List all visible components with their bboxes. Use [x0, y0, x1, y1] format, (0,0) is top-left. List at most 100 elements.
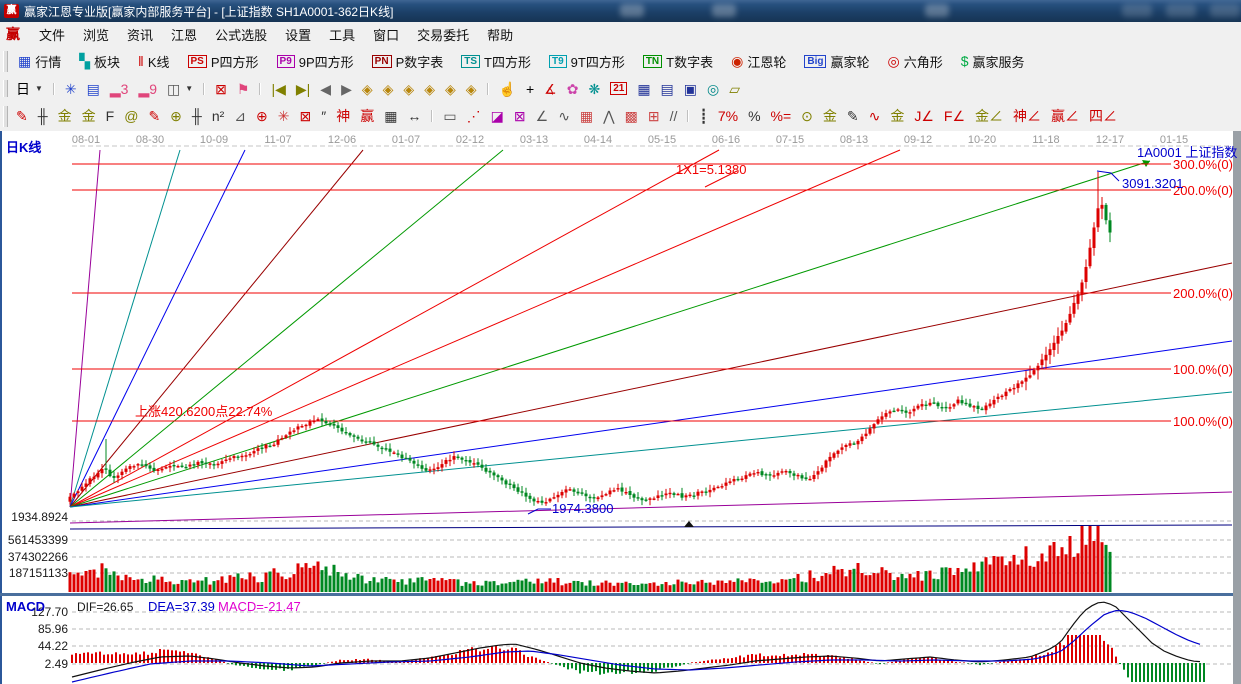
go-last-button[interactable]: ▶| [292, 80, 314, 98]
magic-tool-button[interactable]: ✿ [563, 80, 583, 98]
angle-si-button[interactable]: 四∠ [1085, 107, 1121, 125]
wave-mark-button[interactable]: ∿ [865, 107, 885, 125]
quotes-button[interactable]: ▦行情 [12, 50, 67, 73]
title-bar[interactable]: 赢 赢家江恩专业版[赢家内部服务平台] - [上证指数 SH1A0001-362… [0, 0, 1241, 22]
kline-chart-canvas[interactable]: 08-0108-3010-0911-0712-0601-0702-1203-13… [0, 131, 1241, 684]
memo-button[interactable]: ▤ [657, 80, 678, 98]
shen-tool-button[interactable]: 神 [332, 107, 354, 125]
percent-levels-button[interactable]: %= [767, 107, 796, 125]
close-button[interactable] [1210, 4, 1240, 17]
page-prev-button[interactable]: ◀ [316, 80, 335, 98]
hexagon-button[interactable]: ◎六角形 [881, 50, 948, 73]
zoom-left-button[interactable]: ◈ [358, 80, 377, 98]
angle-shen-button[interactable]: 神∠ [1009, 107, 1045, 125]
gold-circle-button[interactable]: ⊙ [797, 107, 817, 125]
overview-map-button[interactable]: ✳ [61, 80, 81, 98]
angle-ying-button[interactable]: 赢∠ [1047, 107, 1083, 125]
crosshair-button[interactable]: + [522, 80, 538, 98]
menu-item-settings[interactable]: 设置 [276, 23, 320, 46]
period-selector-button[interactable]: 日▼ [12, 80, 47, 98]
winner-service-button[interactable]: $赢家服务 [955, 50, 1031, 73]
grid-dense-button[interactable]: ▩ [621, 107, 642, 125]
expand-h-button[interactable]: ◈ [399, 80, 418, 98]
n-square-button[interactable]: n² [208, 107, 228, 125]
fan-grid-button[interactable]: ⊠ [510, 107, 530, 125]
t9-square-button[interactable]: T99T四方形 [543, 50, 631, 73]
calendar-button[interactable]: 21 [606, 80, 631, 97]
minute-marks-button[interactable]: ″ [317, 107, 330, 125]
pan-hand-button[interactable]: ☝ [495, 80, 520, 98]
pane-splitter[interactable] [0, 593, 1233, 596]
tick-lines-button[interactable]: ╫ [34, 107, 52, 125]
candle-style-button[interactable]: ◫▼ [163, 80, 197, 98]
menu-item-trade-orders[interactable]: 交易委托 [408, 23, 478, 46]
gold-underline-button[interactable]: 金 [886, 107, 908, 125]
kline-button[interactable]: ‖K线 [132, 50, 175, 73]
minimize-button[interactable] [1122, 4, 1152, 17]
menu-item-tools[interactable]: 工具 [320, 23, 364, 46]
sectors-button[interactable]: ▚板块 [73, 50, 126, 73]
grid-small-button[interactable]: ▦ [576, 107, 597, 125]
data-export-button[interactable]: ▱ [725, 80, 744, 98]
menu-item-window[interactable]: 窗口 [364, 23, 408, 46]
wave-line-button[interactable]: ∿ [554, 107, 574, 125]
web-sync-button[interactable]: ◎ [703, 80, 723, 98]
p-square-button[interactable]: PSP四方形 [182, 50, 265, 73]
ying-tool-button[interactable]: 赢 [356, 107, 378, 125]
angle-mirror-button[interactable]: ⊿ [230, 107, 250, 125]
tick-lines-2-button[interactable]: ╫ [188, 107, 206, 125]
info-panel-button[interactable]: ▤ [83, 80, 104, 98]
pencil-note-button[interactable]: ✎ [843, 107, 863, 125]
angle-f-button[interactable]: F∠ [940, 107, 969, 125]
t-digit-table-button[interactable]: TNT数字表 [637, 50, 719, 73]
parallel-lines-button[interactable]: // [666, 107, 682, 125]
toolbar-grip[interactable] [3, 51, 8, 72]
gold-section-button[interactable]: 金 [54, 107, 76, 125]
save-button[interactable]: ▣ [680, 80, 701, 98]
t-square-button[interactable]: TST四方形 [455, 50, 537, 73]
minichart-9-button[interactable]: ▂9 [134, 80, 161, 98]
web-analysis-button[interactable]: ❋ [584, 80, 604, 98]
gold-section-2-button[interactable]: 金 [78, 107, 100, 125]
right-scroll-strip[interactable] [1233, 131, 1241, 684]
menu-item-news[interactable]: 资讯 [118, 23, 162, 46]
expand-all-button[interactable]: ◈ [441, 80, 460, 98]
menu-item-formula-picker[interactable]: 公式选股 [206, 23, 276, 46]
percent-measure-button[interactable]: % [744, 107, 764, 125]
maximize-button[interactable] [1166, 4, 1196, 17]
slope-percent-button[interactable]: 7% [714, 107, 742, 125]
angle-line-button[interactable]: ∠ [532, 107, 553, 125]
p-digit-table-button[interactable]: PNP数字表 [366, 50, 450, 73]
width-measure-button[interactable]: ↔ [403, 107, 425, 125]
gann-fan-button[interactable]: ⋰ [463, 107, 485, 125]
gold-lines-button[interactable]: 金 [819, 107, 841, 125]
menu-item-file[interactable]: 文件 [30, 23, 74, 46]
ex-rights-button[interactable]: ⊠ [211, 80, 231, 98]
number-table-button[interactable]: ▦ [380, 107, 401, 125]
menu-item-help[interactable]: 帮助 [478, 23, 522, 46]
toolbar-grip[interactable] [3, 106, 8, 127]
winner-wheel-button[interactable]: Big赢家轮 [798, 50, 875, 73]
toolbar-grip[interactable] [3, 80, 8, 98]
pencil-button[interactable]: ✎ [12, 107, 32, 125]
trend-mark-button[interactable]: ⋀ [599, 107, 618, 125]
minichart-3-button[interactable]: ▂3 [106, 80, 133, 98]
go-first-button[interactable]: |◀ [267, 80, 289, 98]
compress-all-button[interactable]: ◈ [462, 80, 481, 98]
menu-item-gann[interactable]: 江恩 [162, 23, 206, 46]
gann-grid-x-button[interactable]: ⊠ [295, 107, 315, 125]
fan-box-button[interactable]: ◪ [487, 107, 508, 125]
gann-web-button[interactable]: ✳ [274, 107, 294, 125]
angle-j-button[interactable]: J∠ [910, 107, 938, 125]
circle-tool-button[interactable]: ⊕ [166, 107, 186, 125]
p9-square-button[interactable]: P99P四方形 [271, 50, 360, 73]
grid-frame-button[interactable]: ⊞ [644, 107, 664, 125]
compress-h-button[interactable]: ◈ [420, 80, 439, 98]
calculator-button[interactable]: ▦ [633, 80, 654, 98]
price-ladder-button[interactable]: ┋ [695, 107, 711, 125]
angle-gold-button[interactable]: 金∠ [971, 107, 1007, 125]
pencil-measure-button[interactable]: ✎ [144, 107, 164, 125]
zoom-right-button[interactable]: ◈ [379, 80, 398, 98]
fib-lines-button[interactable]: F [102, 107, 119, 125]
angle-measure-button[interactable]: ∡ [540, 80, 561, 98]
